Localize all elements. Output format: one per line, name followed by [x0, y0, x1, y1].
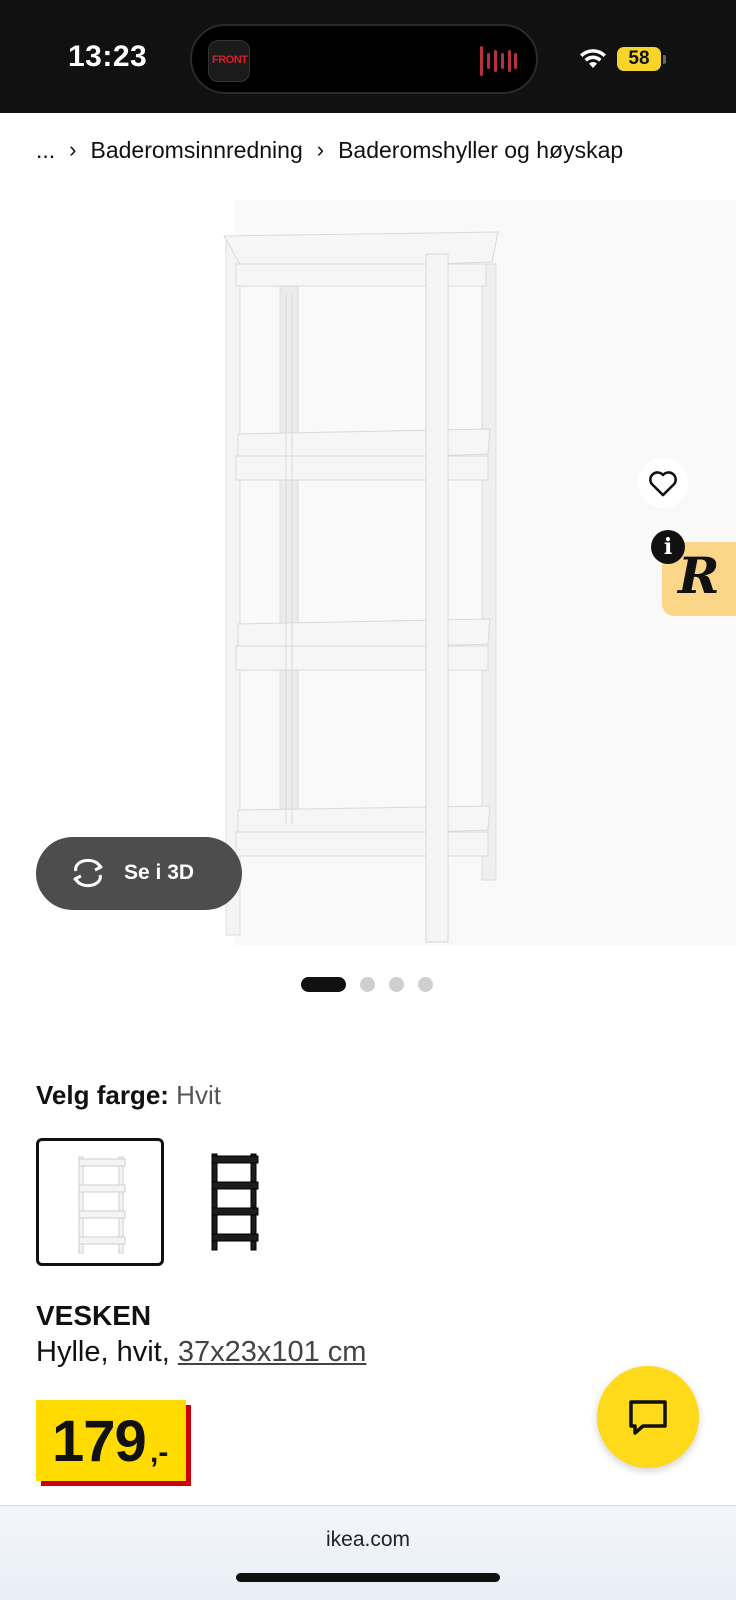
dynamic-island[interactable]: FRONT [190, 24, 538, 94]
color-option-white[interactable] [36, 1138, 164, 1266]
wifi-icon [580, 49, 606, 68]
status-time: 13:23 [68, 40, 148, 73]
battery-tip [663, 55, 666, 64]
color-selected-value: Hvit [176, 1080, 221, 1110]
product-image[interactable] [220, 224, 520, 944]
breadcrumb: ... › Baderomsinnredning › Baderomshylle… [36, 132, 623, 168]
product-description-text: Hylle, hvit, [36, 1336, 178, 1368]
color-option-black[interactable] [172, 1138, 300, 1266]
info-icon[interactable]: i [651, 530, 685, 564]
island-app-label: FRONT [212, 54, 248, 66]
rotate-3d-icon [73, 858, 103, 888]
price-suffix: ,- [150, 1436, 169, 1469]
product-dimensions-link[interactable]: 37x23x101 cm [178, 1336, 367, 1368]
breadcrumb-item-baderomshyller[interactable]: Baderomshyller og høyskap [338, 137, 623, 164]
heart-icon [649, 471, 677, 497]
breadcrumb-separator-icon: › [69, 137, 77, 162]
view-3d-button[interactable]: Se i 3D [36, 837, 242, 910]
chat-bubble-icon [629, 1400, 667, 1435]
carousel-dots [301, 976, 433, 992]
view-3d-label: Se i 3D [124, 861, 195, 884]
url-text[interactable]: ikea.com [0, 1528, 736, 1552]
price-integer: 179 [52, 1409, 147, 1474]
island-app-icon: FRONT [208, 40, 250, 82]
chat-button[interactable] [597, 1366, 699, 1468]
browser-address-bar[interactable]: ikea.com [0, 1505, 736, 1600]
carousel-dot-active[interactable] [301, 976, 346, 992]
audio-wave-icon [480, 46, 517, 76]
carousel-dot[interactable] [389, 976, 404, 992]
color-selector-label: Velg farge: Hvit [36, 1080, 221, 1111]
breadcrumb-separator-icon: › [316, 137, 325, 162]
product-description: Hylle, hvit, 37x23x101 cm [36, 1336, 366, 1369]
color-label-heading: Velg farge: [36, 1080, 169, 1110]
favorite-button[interactable] [638, 458, 688, 508]
white-shelf-thumbnail [78, 1156, 126, 1254]
status-bar: 13:23 FRONT 58 [0, 0, 736, 113]
black-shelf-thumbnail [211, 1153, 259, 1251]
product-name: VESKEN [36, 1300, 152, 1331]
home-indicator[interactable] [236, 1573, 500, 1582]
carousel-dot[interactable] [418, 976, 433, 992]
battery-level: 58 [617, 47, 661, 71]
breadcrumb-item-baderomsinnredning[interactable]: Baderomsinnredning [91, 137, 303, 164]
extension-logo-icon: R [678, 546, 720, 605]
price-tag: 179 ,- [36, 1400, 186, 1481]
carousel-dot[interactable] [360, 976, 375, 992]
breadcrumb-ellipsis[interactable]: ... [36, 137, 55, 164]
